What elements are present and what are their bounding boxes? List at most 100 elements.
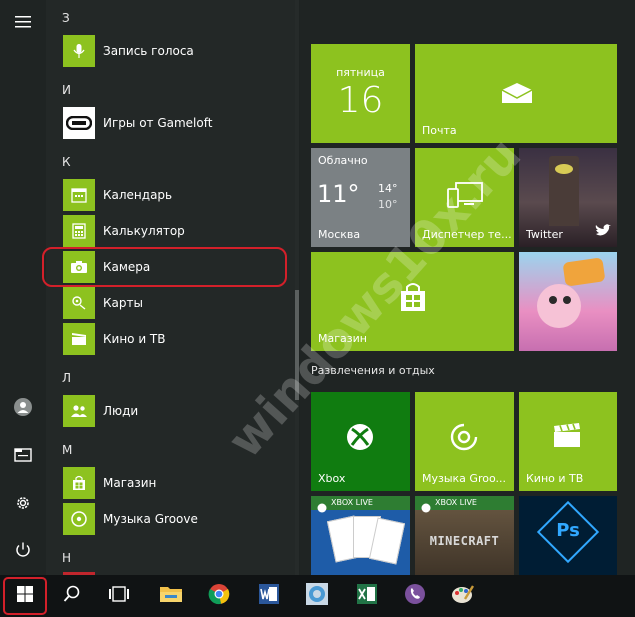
calendar-day-name: пятница bbox=[336, 66, 385, 79]
candy-eye bbox=[549, 296, 557, 304]
mail-tile[interactable]: Почта bbox=[415, 44, 617, 143]
app-label: Музыка Groove bbox=[103, 512, 198, 526]
power-icon bbox=[14, 541, 32, 563]
store-label: Магазин bbox=[318, 332, 367, 345]
chrome-taskbar-button[interactable] bbox=[198, 575, 240, 617]
movies-tv-label: Кино и ТВ bbox=[526, 472, 584, 485]
people-icon bbox=[63, 395, 95, 427]
calendar-day-number: 16 bbox=[337, 80, 384, 121]
paint-taskbar-button[interactable] bbox=[442, 575, 484, 617]
app-label: Магазин bbox=[103, 476, 157, 490]
candy-character bbox=[537, 284, 581, 328]
xbox-tile[interactable]: Xbox bbox=[311, 392, 410, 491]
calculator-icon bbox=[63, 215, 95, 247]
solitaire-tile[interactable]: XBOX LIVE bbox=[311, 496, 410, 575]
paint-icon bbox=[451, 583, 475, 609]
app-item-gameloft[interactable]: Игры от Gameloft bbox=[46, 105, 296, 141]
xbox-live-icon bbox=[317, 498, 327, 517]
photoshop-logo-text: Ps bbox=[556, 520, 580, 541]
movies-tv-tile[interactable]: Кино и ТВ bbox=[519, 392, 617, 491]
app-label: Карты bbox=[103, 296, 143, 310]
group-letter-l[interactable]: Л bbox=[62, 371, 71, 385]
mic-icon bbox=[63, 35, 95, 67]
mail-label: Почта bbox=[422, 124, 457, 137]
app-item-store[interactable]: Магазин bbox=[46, 465, 296, 501]
mail-icon bbox=[501, 82, 533, 108]
tile-group-title[interactable]: Развлечения и отдых bbox=[311, 364, 435, 377]
hamburger-icon bbox=[15, 13, 31, 32]
menu-button[interactable] bbox=[0, 2, 46, 42]
file-explorer-button[interactable] bbox=[0, 437, 46, 477]
group-letter-z[interactable]: З bbox=[62, 11, 70, 25]
task-view-icon bbox=[108, 586, 130, 606]
power-button[interactable] bbox=[0, 532, 46, 572]
group-letter-m[interactable]: М bbox=[62, 443, 72, 457]
weather-tile[interactable]: Облачно 11° 14° 10° Москва bbox=[311, 148, 410, 247]
weather-high: 14° bbox=[378, 182, 398, 195]
store-icon bbox=[63, 467, 95, 499]
groove-music-tile[interactable]: Музыка Groo... bbox=[415, 392, 514, 491]
candy-eye bbox=[563, 296, 571, 304]
xbox-live-icon bbox=[421, 498, 431, 517]
user-icon bbox=[13, 397, 33, 421]
weather-low: 10° bbox=[378, 198, 398, 211]
calendar-tile[interactable]: пятница 16 bbox=[311, 44, 410, 143]
group-letter-n[interactable]: Н bbox=[62, 551, 71, 565]
bat-signal-icon bbox=[555, 164, 573, 174]
app-item-people[interactable]: Люди bbox=[46, 393, 296, 429]
minecraft-logo-text: MINECRAFT bbox=[429, 534, 500, 548]
excel-taskbar-button[interactable] bbox=[346, 575, 388, 617]
file-explorer-icon bbox=[159, 584, 183, 608]
file-explorer-taskbar-button[interactable] bbox=[150, 575, 192, 617]
app-item-calculator[interactable]: Калькулятор bbox=[46, 213, 296, 249]
minecraft-tile[interactable]: XBOX LIVE MINECRAFT bbox=[415, 496, 514, 575]
app-item-maps[interactable]: Карты bbox=[46, 285, 296, 321]
app-item-calendar[interactable]: Календарь bbox=[46, 177, 296, 213]
group-letter-k[interactable]: К bbox=[62, 155, 71, 169]
groove-disc-icon bbox=[449, 422, 479, 456]
candy-logo bbox=[562, 257, 606, 287]
candy-crush-tile[interactable] bbox=[519, 252, 617, 351]
app-list-scrollbar[interactable] bbox=[295, 0, 299, 575]
app-label: Калькулятор bbox=[103, 224, 185, 238]
settings-button[interactable] bbox=[0, 485, 46, 525]
scrollbar-thumb[interactable] bbox=[295, 290, 299, 400]
taskbar bbox=[0, 575, 635, 617]
app-item-voice-recorder[interactable]: Запись голоса bbox=[46, 33, 296, 69]
camera-highlight-annotation bbox=[42, 247, 287, 287]
explorer-icon bbox=[14, 447, 32, 467]
phone-companion-label: Диспетчер те... bbox=[422, 228, 512, 241]
twitter-label: Twitter bbox=[526, 228, 563, 241]
browser-taskbar-button[interactable] bbox=[296, 575, 338, 617]
weather-city: Москва bbox=[318, 228, 361, 241]
group-letter-i[interactable]: И bbox=[62, 83, 71, 97]
twitter-tile[interactable]: Twitter bbox=[519, 148, 617, 247]
store-tile[interactable]: Магазин bbox=[311, 252, 514, 351]
all-apps-list[interactable]: З Запись голоса И Игры от Gameloft К Кал… bbox=[46, 0, 296, 575]
word-taskbar-button[interactable] bbox=[248, 575, 290, 617]
app-item-groove[interactable]: Музыка Groove bbox=[46, 501, 296, 537]
viber-taskbar-button[interactable] bbox=[394, 575, 436, 617]
phone-companion-tile[interactable]: Диспетчер те... bbox=[415, 148, 514, 247]
groove-music-label: Музыка Groo... bbox=[422, 472, 506, 485]
gear-icon bbox=[14, 494, 32, 516]
start-left-rail bbox=[0, 0, 46, 575]
user-button[interactable] bbox=[0, 389, 46, 429]
xbox-icon bbox=[345, 422, 375, 456]
app-item-movies[interactable]: Кино и ТВ bbox=[46, 321, 296, 357]
maps-icon bbox=[63, 287, 95, 319]
app-label: Календарь bbox=[103, 188, 173, 202]
task-view-button[interactable] bbox=[98, 575, 140, 617]
search-icon bbox=[63, 585, 81, 607]
devices-icon bbox=[446, 181, 484, 213]
browser-icon bbox=[305, 582, 329, 610]
groove-icon bbox=[63, 503, 95, 535]
photoshop-tile[interactable]: Ps bbox=[519, 496, 617, 575]
search-button[interactable] bbox=[52, 575, 92, 617]
app-label: Запись голоса bbox=[103, 44, 194, 58]
xbox-label: Xbox bbox=[318, 472, 346, 485]
store-bag-icon bbox=[399, 282, 427, 316]
app-label: Люди bbox=[103, 404, 139, 418]
film-icon bbox=[63, 323, 95, 355]
clapperboard-icon bbox=[552, 422, 582, 452]
